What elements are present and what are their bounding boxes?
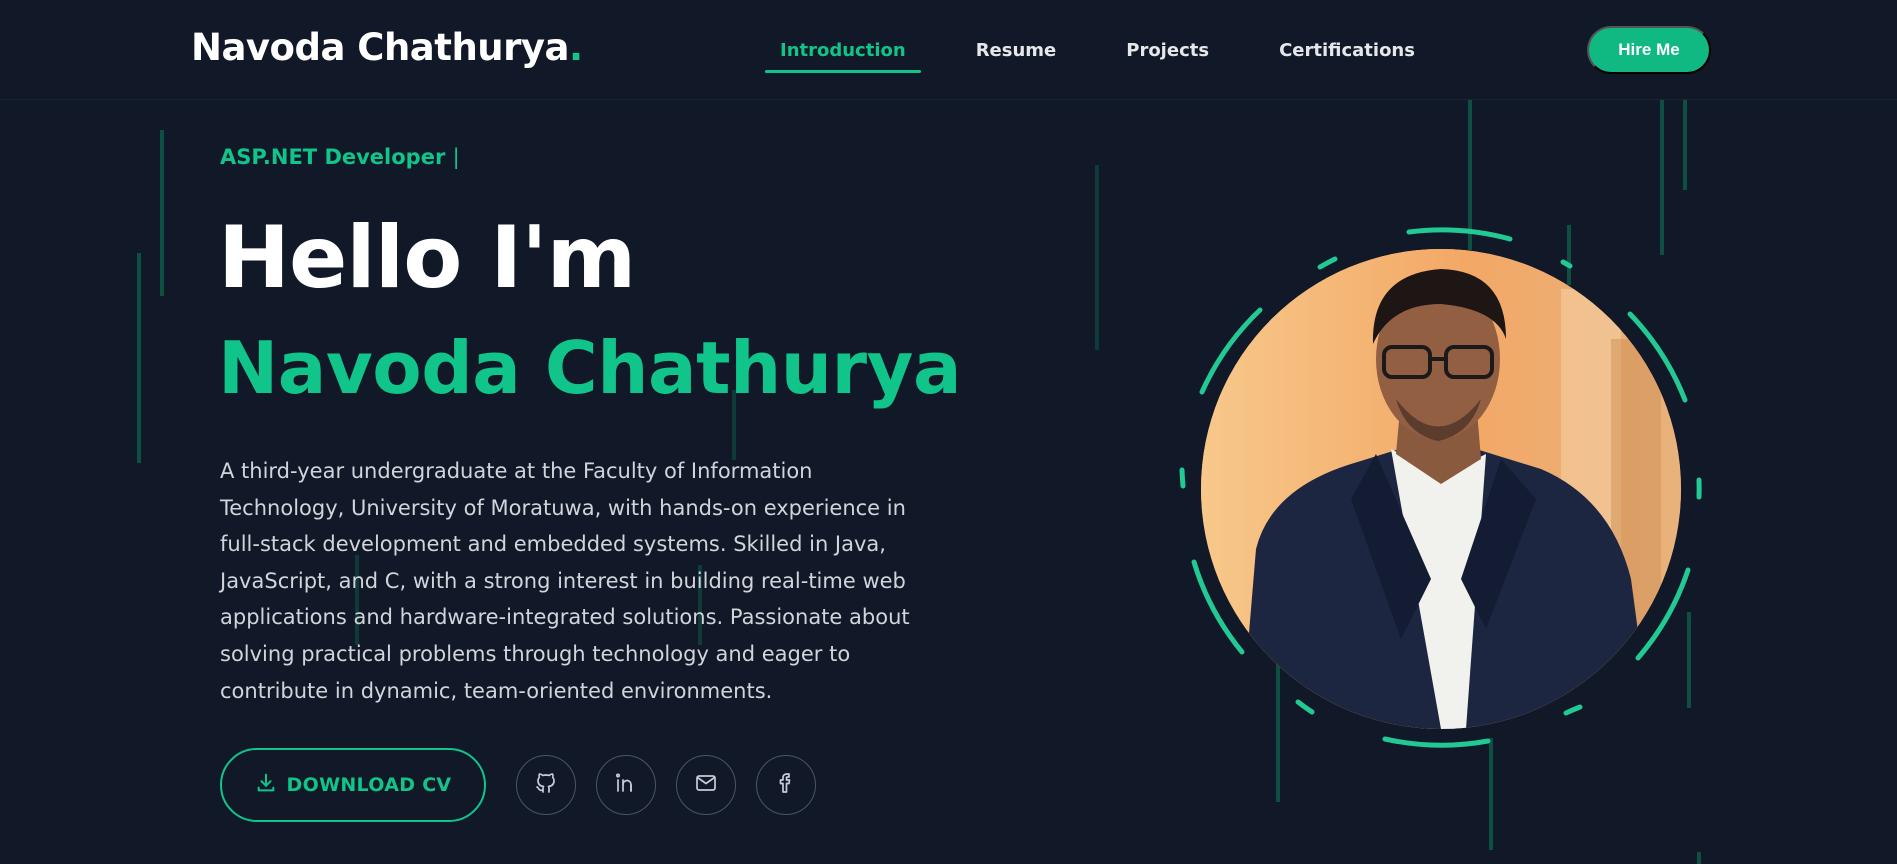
logo-text: Navoda Chathurya: [191, 26, 569, 69]
role-text: ASP.NET Developer: [220, 145, 446, 169]
page: Navoda Chathurya. Introduction Resume Pr…: [0, 0, 1897, 864]
decorative-line: [137, 253, 141, 463]
site-header: Navoda Chathurya. Introduction Resume Pr…: [0, 0, 1897, 100]
linkedin-icon: [614, 771, 638, 799]
main-nav: Introduction Resume Projects Certificati…: [765, 38, 1470, 73]
typing-cursor: |: [452, 145, 460, 169]
email-link[interactable]: [676, 755, 736, 815]
name-heading: Navoda Chathurya: [218, 326, 962, 410]
decorative-line: [1683, 100, 1687, 190]
decorative-line: [160, 130, 164, 296]
facebook-icon: [774, 771, 798, 799]
role-title: ASP.NET Developer |: [220, 145, 460, 169]
github-link[interactable]: [516, 755, 576, 815]
bio-paragraph: A third-year undergraduate at the Facult…: [220, 459, 910, 703]
decorative-line: [1697, 852, 1701, 864]
hire-me-button[interactable]: Hire Me: [1587, 26, 1711, 74]
greeting-heading: Hello I'm: [218, 208, 636, 308]
profile-photo: [1201, 249, 1681, 729]
person-illustration: [1201, 249, 1681, 729]
decorative-line: [1095, 165, 1099, 350]
nav-item-introduction[interactable]: Introduction: [765, 38, 921, 73]
nav-item-certifications[interactable]: Certifications: [1264, 38, 1430, 73]
github-icon: [534, 771, 558, 799]
mail-icon: [694, 771, 718, 799]
download-cv-label: DOWNLOAD CV: [286, 774, 452, 796]
nav-item-projects[interactable]: Projects: [1111, 38, 1224, 73]
download-cv-button[interactable]: DOWNLOAD CV: [220, 748, 486, 822]
profile-portrait: [1170, 222, 1710, 762]
linkedin-link[interactable]: [596, 755, 656, 815]
nav-item-resume[interactable]: Resume: [961, 38, 1072, 73]
facebook-link[interactable]: [756, 755, 816, 815]
site-logo[interactable]: Navoda Chathurya.: [191, 26, 583, 69]
download-icon: [255, 772, 277, 799]
logo-dot: .: [568, 26, 583, 69]
